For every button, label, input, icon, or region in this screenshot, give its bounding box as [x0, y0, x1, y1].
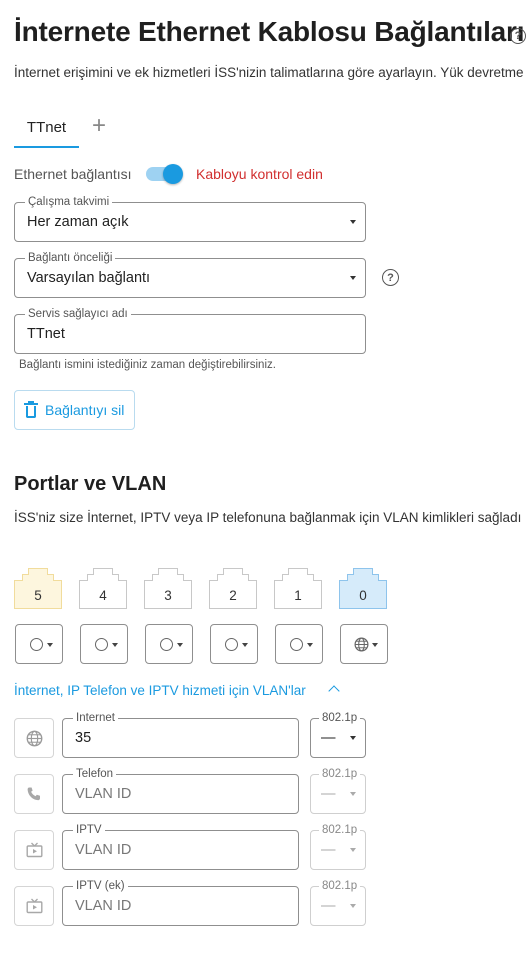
- chevron-down-icon: [372, 643, 378, 647]
- chevron-down-icon: [47, 643, 53, 647]
- chevron-down-icon: [350, 220, 356, 224]
- chevron-down-icon: [350, 276, 356, 280]
- vlan-iptv-icon-box: [14, 830, 54, 870]
- vlan-phone-icon-box: [14, 774, 54, 814]
- port-number: 2: [229, 588, 237, 603]
- chevron-down-icon: [350, 904, 356, 908]
- page-subtitle: İnternet erişimini ve ek hizmetleri İSS'…: [14, 65, 524, 80]
- provider-hint: Bağlantı ismini istediğiniz zaman değişt…: [19, 359, 276, 371]
- chevron-down-icon: [112, 643, 118, 647]
- port-number: 3: [164, 588, 172, 603]
- circle-icon: [225, 638, 238, 651]
- vlan-internet-value: 35: [75, 730, 92, 746]
- port-2[interactable]: 2: [209, 568, 257, 609]
- ports-section-description: İSS'niz size İnternet, IPTV veya IP tele…: [14, 510, 522, 525]
- vlan-internet-field[interactable]: Internet 35: [62, 711, 299, 758]
- port-4-mode-select[interactable]: [80, 624, 128, 664]
- chevron-down-icon: [242, 643, 248, 647]
- chevron-down-icon: [307, 643, 313, 647]
- page-title: İnternete Ethernet Kablosu Bağlantıları: [14, 16, 525, 47]
- vlan-phone-placeholder: VLAN ID: [75, 786, 132, 802]
- help-icon[interactable]: ?: [382, 269, 399, 286]
- vlan-iptv-extra-icon-box: [14, 886, 54, 926]
- cable-warning: Kabloyu kontrol edin: [196, 166, 323, 182]
- vlan-internet-icon-box: [14, 718, 54, 758]
- tv-icon: [26, 898, 43, 914]
- circle-icon: [30, 638, 43, 651]
- toggle-knob: [163, 164, 183, 184]
- priority-value: —: [321, 786, 336, 802]
- chevron-up-icon[interactable]: [328, 685, 340, 697]
- priority-value: —: [321, 842, 336, 858]
- tab-ttnet[interactable]: TTnet: [14, 112, 79, 148]
- port-number: 1: [294, 588, 302, 603]
- ethernet-label: Ethernet bağlantısı: [14, 166, 132, 182]
- port-number: 4: [99, 588, 107, 603]
- ports-section-title: Portlar ve VLAN: [14, 473, 167, 495]
- vlan-phone-priority-select[interactable]: 802.1p —: [310, 767, 366, 814]
- chevron-down-icon: [350, 792, 356, 796]
- vlan-iptv-priority-select[interactable]: 802.1p —: [310, 823, 366, 870]
- vlan-iptv-field[interactable]: IPTV VLAN ID: [62, 823, 299, 870]
- trash-icon: [24, 400, 38, 418]
- port-number: 0: [359, 588, 367, 603]
- delete-connection-label: Bağlantıyı sil: [45, 402, 125, 418]
- globe-icon: [26, 730, 42, 746]
- port-4[interactable]: 4: [79, 568, 127, 609]
- port-0-mode-select[interactable]: [340, 624, 388, 664]
- chevron-down-icon: [350, 736, 356, 740]
- circle-icon: [160, 638, 173, 651]
- schedule-select[interactable]: Çalışma takvimi Her zaman açık: [14, 195, 366, 242]
- port-1[interactable]: 1: [274, 568, 322, 609]
- chevron-down-icon: [350, 848, 356, 852]
- tv-icon: [26, 842, 43, 858]
- globe-icon: [354, 637, 369, 652]
- port-0[interactable]: 0: [339, 568, 387, 609]
- provider-name-field[interactable]: Servis sağlayıcı adı TTnet: [14, 307, 366, 354]
- port-3-mode-select[interactable]: [145, 624, 193, 664]
- circle-icon: [95, 638, 108, 651]
- delete-connection-button[interactable]: Bağlantıyı sil: [14, 390, 135, 430]
- port-3[interactable]: 3: [144, 568, 192, 609]
- chevron-down-icon: [177, 643, 183, 647]
- help-icon[interactable]: ?: [510, 28, 526, 44]
- add-tab-button[interactable]: +: [88, 114, 110, 140]
- vlan-iptv-extra-placeholder: VLAN ID: [75, 898, 132, 914]
- ethernet-toggle[interactable]: [146, 164, 184, 184]
- circle-icon: [290, 638, 303, 651]
- port-5[interactable]: 5: [14, 568, 62, 609]
- priority-value: —: [321, 730, 336, 746]
- priority-value: Varsayılan bağlantı: [27, 270, 151, 286]
- schedule-value: Her zaman açık: [27, 214, 129, 230]
- vlan-iptv-extra-field[interactable]: IPTV (ek) VLAN ID: [62, 879, 299, 926]
- priority-value: —: [321, 898, 336, 914]
- port-number: 5: [34, 588, 42, 603]
- port-5-mode-select[interactable]: [15, 624, 63, 664]
- vlan-iptv-extra-priority-select[interactable]: 802.1p —: [310, 879, 366, 926]
- vlan-phone-field[interactable]: Telefon VLAN ID: [62, 767, 299, 814]
- priority-select[interactable]: Bağlantı önceliği Varsayılan bağlantı: [14, 251, 366, 298]
- phone-icon: [27, 787, 40, 801]
- provider-value: TTnet: [27, 326, 65, 342]
- vlan-section-toggle[interactable]: İnternet, IP Telefon ve IPTV hizmeti içi…: [14, 683, 306, 698]
- vlan-internet-priority-select[interactable]: 802.1p —: [310, 711, 366, 758]
- port-1-mode-select[interactable]: [275, 624, 323, 664]
- port-2-mode-select[interactable]: [210, 624, 258, 664]
- vlan-iptv-placeholder: VLAN ID: [75, 842, 132, 858]
